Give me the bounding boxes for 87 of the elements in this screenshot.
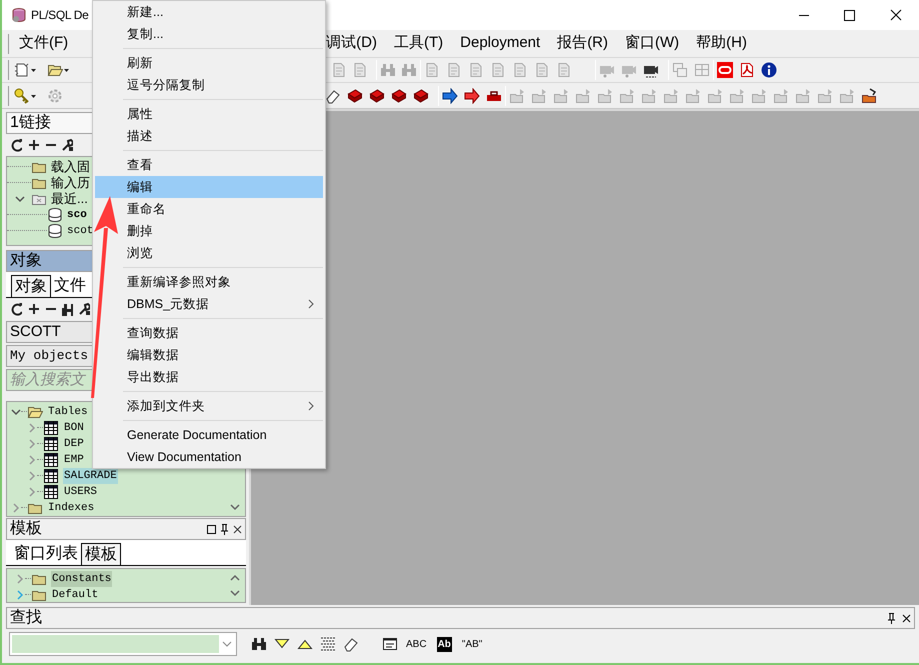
menu-item[interactable]: 刷新 xyxy=(95,52,323,74)
dropdown-value: SCOTT xyxy=(10,322,61,342)
table-icon xyxy=(43,420,59,436)
menu-item[interactable]: 重新编译参照对象 xyxy=(95,271,323,293)
panel-title: 1链接 xyxy=(10,112,51,133)
form-icon[interactable] xyxy=(382,636,398,652)
tree-item[interactable]: scot xyxy=(67,222,94,240)
oval-logo-icon[interactable] xyxy=(717,62,733,78)
document-icon[interactable] xyxy=(14,62,30,78)
pin-icon[interactable] xyxy=(220,524,229,534)
refresh-icon[interactable] xyxy=(10,138,22,152)
menu-item[interactable]: 导出数据 xyxy=(95,366,323,388)
tree-item[interactable]: Constants xyxy=(51,570,112,588)
book-icon[interactable] xyxy=(413,88,429,104)
binoculars-icon[interactable] xyxy=(251,636,267,652)
menu-item[interactable]: 查看 xyxy=(95,154,323,176)
pdf-icon[interactable] xyxy=(739,62,755,78)
key-icon[interactable] xyxy=(14,88,30,104)
book-icon[interactable] xyxy=(391,88,407,104)
menu-item[interactable]: 复制... xyxy=(95,23,323,45)
panel-title: 模板 xyxy=(10,519,42,539)
tree-item[interactable]: USERS xyxy=(63,484,98,500)
menu-item[interactable]: 描述 xyxy=(95,125,323,147)
menu-item[interactable]: 窗口(W) xyxy=(624,32,680,55)
menu-item[interactable]: 重命名 xyxy=(95,198,323,220)
tree-item[interactable]: BON xyxy=(63,420,85,436)
dropdown-value: My objects xyxy=(10,347,88,366)
binoculars-icon[interactable] xyxy=(61,302,73,316)
find-combobox[interactable] xyxy=(9,632,237,656)
tree-item[interactable]: Default xyxy=(51,586,100,602)
table-icon xyxy=(43,452,59,468)
tree-item[interactable]: DEP xyxy=(63,436,85,452)
menu-item[interactable]: 工具(T) xyxy=(392,32,444,55)
book-icon[interactable] xyxy=(369,88,385,104)
tab[interactable]: 对象 xyxy=(11,275,51,297)
tree-item[interactable]: EMP xyxy=(63,452,85,468)
refresh-icon[interactable] xyxy=(10,302,22,316)
close-icon[interactable] xyxy=(902,614,911,622)
database-icon xyxy=(11,7,27,23)
menu-item[interactable]: 编辑 xyxy=(95,176,323,198)
database-icon xyxy=(47,223,63,239)
tree-item[interactable]: SALGRADE xyxy=(63,468,118,484)
table-icon xyxy=(43,436,59,452)
open-folder-icon[interactable] xyxy=(47,62,63,78)
folder-icon[interactable] xyxy=(861,88,877,104)
plus-icon[interactable] xyxy=(27,138,39,152)
menu-item[interactable]: 调试(D) xyxy=(325,32,378,55)
option-toggle[interactable]: ABC xyxy=(406,636,427,652)
tree-item[interactable]: Tables xyxy=(47,404,89,420)
menu-item[interactable]: 编辑数据 xyxy=(95,344,323,366)
menu-item[interactable]: 查询数据 xyxy=(95,322,323,344)
option-toggle[interactable]: "AB" xyxy=(462,636,482,652)
menu-item[interactable]: Generate Documentation xyxy=(95,424,323,446)
table-icon xyxy=(43,484,59,500)
window-title: PL/SQL De xyxy=(31,7,89,24)
panel-title: 对象 xyxy=(10,250,42,271)
menu-item[interactable]: 逗号分隔复制 xyxy=(95,74,323,96)
menu-item[interactable]: 新建... xyxy=(95,1,323,23)
menu-item[interactable]: View Documentation xyxy=(95,446,323,468)
database-icon xyxy=(47,207,63,223)
menu-item[interactable]: Deployment xyxy=(459,32,542,55)
plus-icon[interactable] xyxy=(27,302,39,316)
menu-item[interactable]: 文件(F) xyxy=(18,32,70,55)
menu-item[interactable]: DBMS_元数据 xyxy=(95,293,323,315)
book-icon[interactable] xyxy=(347,88,363,104)
option-toggle[interactable]: Ab xyxy=(436,636,452,652)
menu-item[interactable]: 添加到文件夹 xyxy=(95,395,323,417)
table-icon xyxy=(43,468,59,484)
eraser-icon[interactable] xyxy=(343,636,359,652)
arrow-right-icon[interactable] xyxy=(464,88,480,104)
open-folder-icon xyxy=(27,404,43,420)
eraser-icon[interactable] xyxy=(325,88,341,104)
tree-item[interactable]: Indexes xyxy=(47,500,96,516)
menu-item[interactable]: 浏览 xyxy=(95,242,323,264)
menu-item[interactable]: 帮助(H) xyxy=(695,32,748,55)
restore-icon[interactable] xyxy=(207,524,216,534)
info-icon[interactable] xyxy=(761,62,777,78)
menu-item[interactable]: 报告(R) xyxy=(556,32,610,55)
tab[interactable]: 模板 xyxy=(81,543,121,565)
panel-title: 查找 xyxy=(10,608,42,628)
menu-item[interactable]: 属性 xyxy=(95,103,323,125)
text-lines-icon[interactable] xyxy=(320,636,336,652)
menu-item[interactable]: 删掉 xyxy=(95,220,323,242)
arrow-right-icon[interactable] xyxy=(442,88,458,104)
close-icon[interactable] xyxy=(233,524,242,534)
tree-item[interactable]: sco xyxy=(67,206,87,224)
pin-icon[interactable] xyxy=(887,612,896,624)
